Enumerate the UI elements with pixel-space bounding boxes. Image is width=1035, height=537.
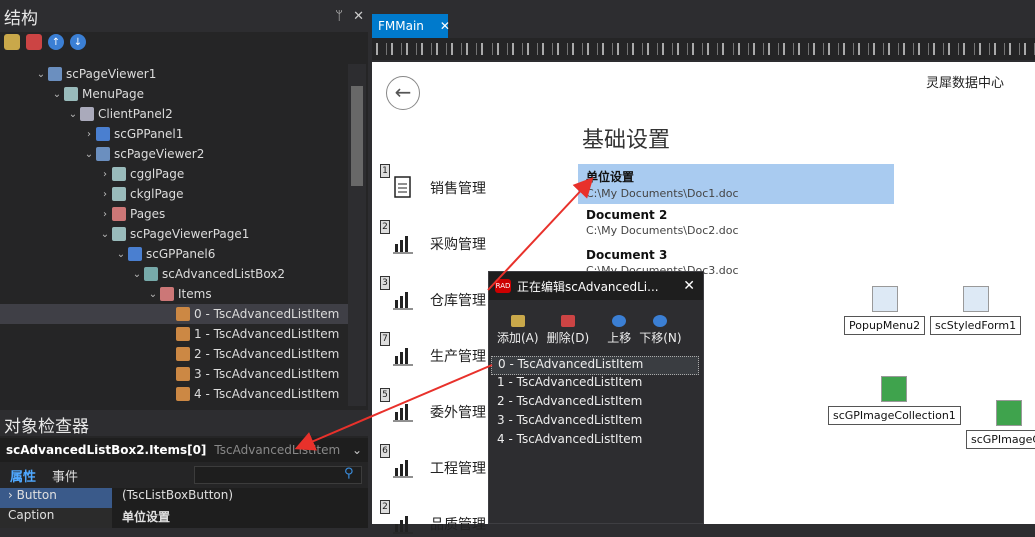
arrow-to-inspector	[294, 364, 493, 451]
annotation-arrows	[294, 177, 594, 451]
arrow-to-item	[487, 177, 594, 291]
